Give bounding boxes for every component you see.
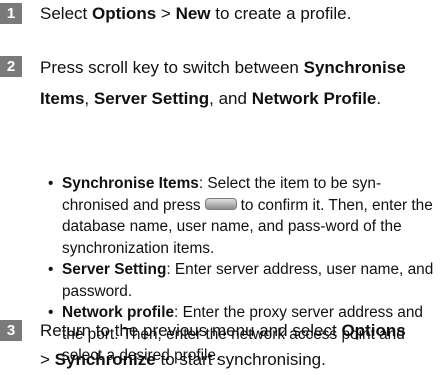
step-text-part: Select [40, 4, 92, 23]
step-number-badge: 2 [0, 56, 22, 77]
option-term: Server Setting [93, 89, 210, 108]
menu-term: Synchronize [54, 350, 156, 369]
list-item: • Synchronise Items: Select the item to … [48, 173, 438, 259]
step-text-part: > [40, 350, 55, 369]
option-term: Server Setting [62, 261, 167, 278]
step-number-badge: 3 [0, 320, 22, 341]
option-term: Synchronise Items [62, 175, 199, 192]
step-number-badge: 1 [0, 3, 22, 24]
step-text-part: . [376, 89, 382, 108]
step-text-part: > [156, 4, 176, 23]
menu-term: Options [91, 4, 157, 23]
step-text: Return to the previous menu and select O… [40, 316, 438, 374]
step-text-part: , [84, 89, 94, 108]
bullet-marker: • [48, 175, 54, 192]
step-text: Press scroll key to switch between Synch… [40, 52, 438, 114]
step-text-part: , and [209, 89, 252, 108]
confirm-key-icon [204, 198, 237, 211]
step-text: Select Options > New to create a profile… [40, 0, 438, 27]
step-text-part: to create a profile. [210, 4, 352, 23]
menu-term: New [175, 4, 211, 23]
list-item: • Server Setting: Enter server address, … [48, 259, 438, 302]
step-text-part: to start synchronising. [155, 350, 326, 369]
bullet-marker: • [48, 261, 54, 278]
step-text-part: Press scroll key to switch between [40, 58, 304, 77]
step-text-part: Return to the previous menu and select [40, 321, 342, 340]
option-term: Network Profile [251, 89, 377, 108]
menu-term: Options [341, 321, 406, 340]
